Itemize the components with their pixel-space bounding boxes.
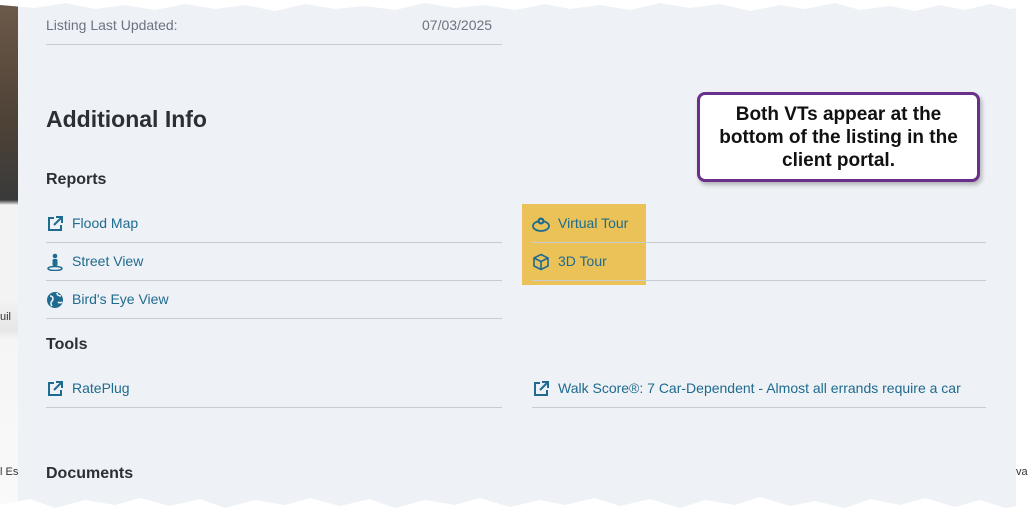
background-page-strip	[0, 0, 18, 522]
listing-updated-label: Listing Last Updated:	[46, 17, 178, 33]
divider	[46, 242, 502, 243]
report-link-3d-tour[interactable]: 3D Tour	[532, 251, 986, 279]
report-link-label: Street View	[72, 253, 144, 269]
panorama-icon	[532, 217, 550, 232]
external-link-icon	[48, 381, 63, 396]
street-view-person-icon	[47, 253, 63, 271]
tools-heading: Tools	[46, 336, 88, 353]
divider	[46, 44, 502, 45]
section-title: Additional Info	[46, 106, 207, 132]
documents-heading: Documents	[46, 465, 134, 482]
divider	[46, 280, 502, 281]
report-link-label: Flood Map	[72, 215, 139, 231]
reports-heading: Reports	[46, 171, 107, 188]
external-link-icon	[48, 216, 63, 231]
background-text-fragment: uil	[0, 311, 12, 323]
external-link-icon	[534, 381, 549, 396]
globe-icon	[47, 292, 63, 308]
report-link-label: Virtual Tour	[558, 215, 629, 231]
divider	[46, 407, 502, 408]
divider	[46, 318, 502, 319]
listing-updated-value: 07/03/2025	[422, 17, 493, 33]
listing-panel: Listing Last Updated: 07/03/2025 Additio…	[18, 0, 1016, 522]
divider	[532, 242, 986, 243]
annotation-callout-text: Both VTs appear at the bottom of the lis…	[719, 103, 958, 171]
divider	[532, 407, 986, 408]
background-text-fragment: l Es	[0, 466, 19, 478]
report-link-label: Bird's Eye View	[72, 291, 169, 307]
report-link-birds-eye-view[interactable]: Bird's Eye View	[46, 289, 502, 317]
tool-link-rateplug[interactable]: RatePlug	[46, 378, 502, 406]
report-link-virtual-tour[interactable]: Virtual Tour	[532, 213, 986, 241]
torn-edge-top	[0, 0, 1030, 11]
annotation-callout: Both VTs appear at the bottom of the lis…	[697, 92, 980, 182]
background-text-fragment: va	[1016, 466, 1028, 478]
divider	[532, 280, 986, 281]
torn-edge-bottom	[0, 497, 1030, 522]
tool-link-label: RatePlug	[72, 380, 130, 396]
report-link-street-view[interactable]: Street View	[46, 251, 502, 279]
report-link-flood-map[interactable]: Flood Map	[46, 213, 502, 241]
tool-link-label: Walk Score®: 7 Car-Dependent - Almost al…	[558, 380, 961, 396]
tool-link-walk-score[interactable]: Walk Score®: 7 Car-Dependent - Almost al…	[532, 378, 986, 406]
report-link-label: 3D Tour	[558, 253, 607, 269]
cube-icon	[533, 253, 549, 271]
